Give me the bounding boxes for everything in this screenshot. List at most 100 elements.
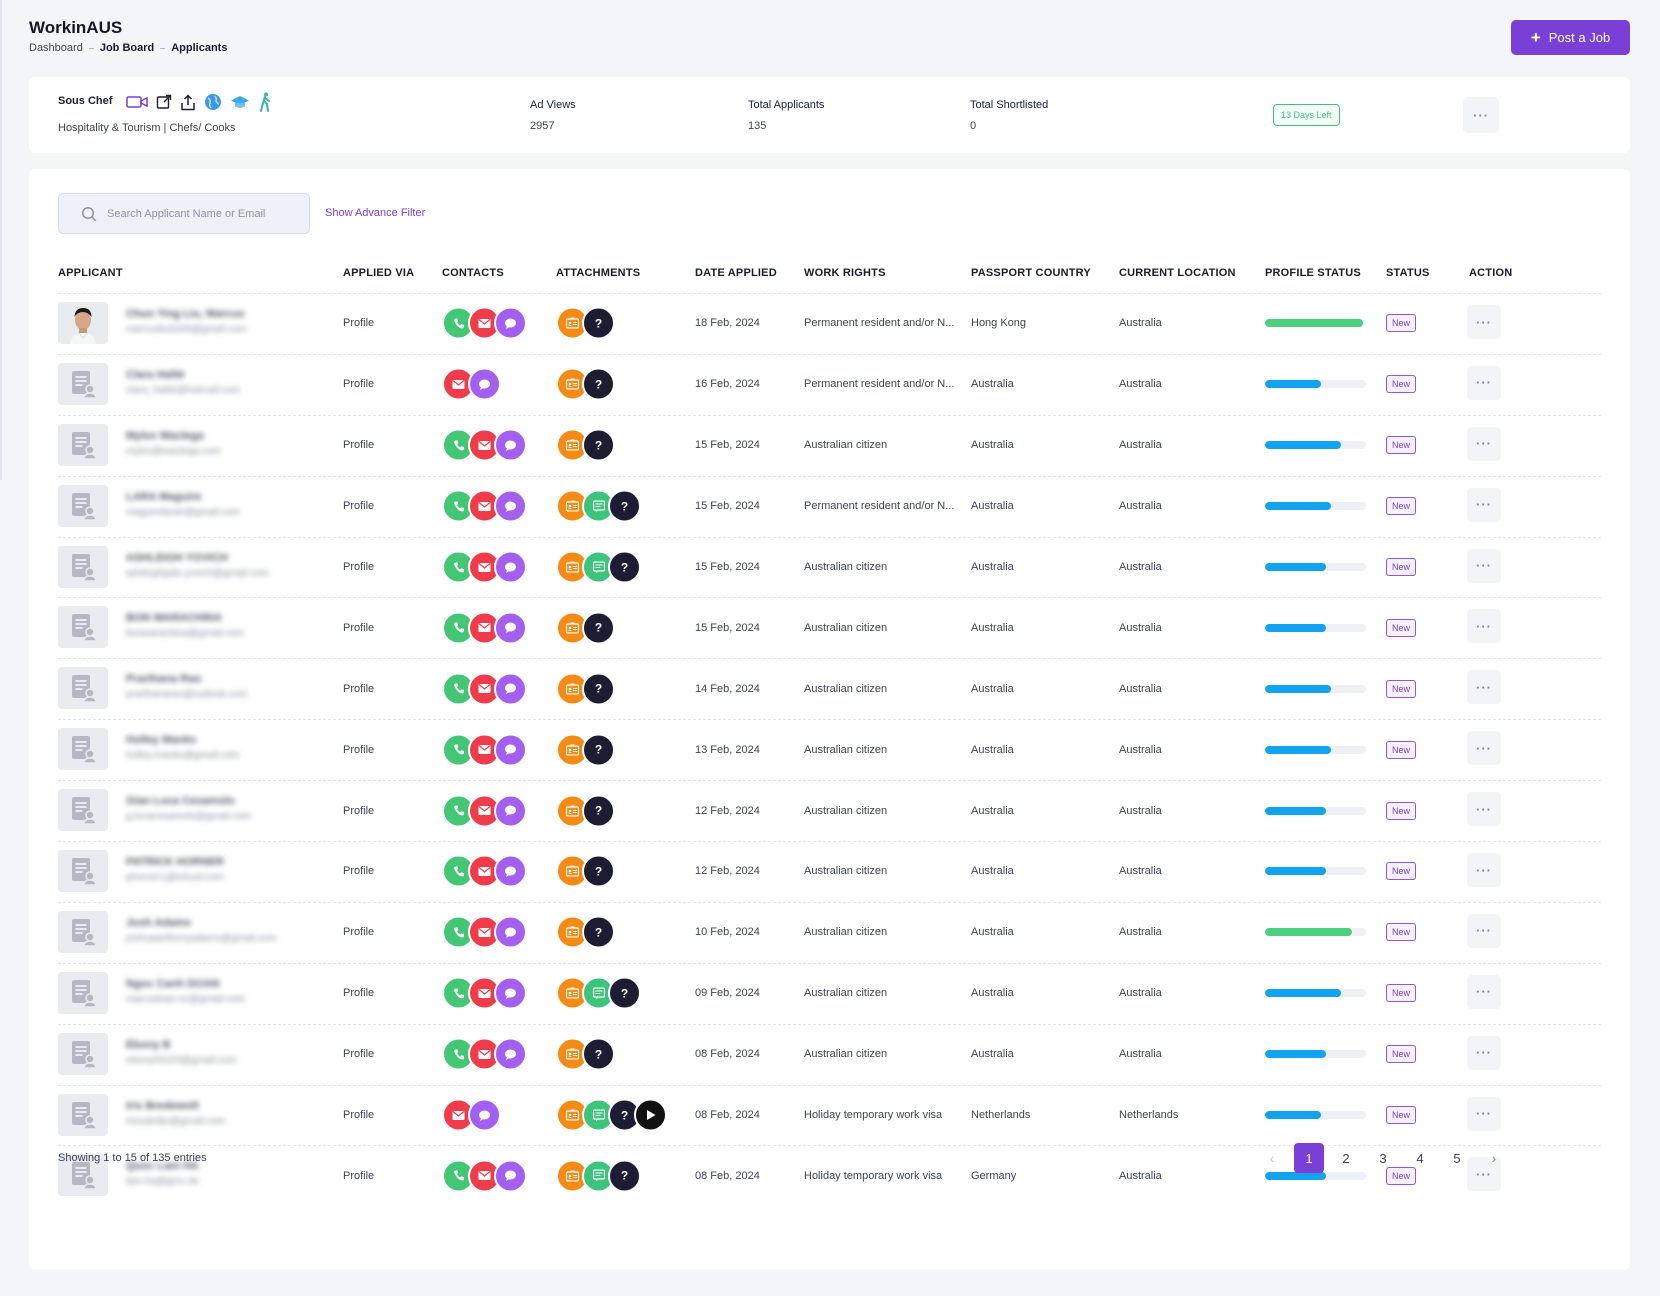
share-icon[interactable] xyxy=(180,93,196,111)
page-button-3[interactable]: 3 xyxy=(1368,1143,1398,1173)
chat-icon[interactable] xyxy=(468,367,501,401)
applicant-name[interactable]: Ngoc Canh DOAN xyxy=(126,978,220,990)
applicant-name[interactable]: LARA Maguire xyxy=(126,491,201,503)
table-row[interactable]: PATRICK HORNER phorner1@icloud.com Profile… xyxy=(29,841,1630,902)
table-row[interactable]: BON WARACHINA bonwarachina@gmail.com Profi… xyxy=(29,597,1630,658)
status-badge[interactable]: New xyxy=(1386,375,1417,394)
applicant-name[interactable]: Gian Luca Cesamolo xyxy=(126,795,235,807)
avatar[interactable] xyxy=(58,423,108,466)
avatar[interactable] xyxy=(58,667,108,710)
questionnaire-icon[interactable]: ? xyxy=(582,367,615,401)
avatar[interactable] xyxy=(58,1093,108,1136)
status-badge[interactable]: New xyxy=(1386,558,1417,576)
video-icon[interactable] xyxy=(126,94,148,110)
page-button-5[interactable]: 5 xyxy=(1442,1143,1472,1173)
applicant-name[interactable]: PATRICK HORNER xyxy=(126,856,224,868)
avatar[interactable] xyxy=(58,850,108,893)
row-action-button[interactable]: ··· xyxy=(1467,731,1501,766)
row-action-button[interactable]: ··· xyxy=(1467,1096,1501,1131)
status-badge[interactable]: New xyxy=(1386,1106,1417,1125)
status-badge[interactable]: New xyxy=(1386,1045,1417,1064)
avatar[interactable] xyxy=(58,302,108,344)
questionnaire-icon[interactable]: ? xyxy=(608,489,641,523)
chat-icon[interactable] xyxy=(494,794,527,828)
chat-icon[interactable] xyxy=(494,672,527,706)
prev-page-button[interactable]: ‹ xyxy=(1257,1143,1287,1173)
status-badge[interactable]: New xyxy=(1386,740,1417,759)
row-action-button[interactable]: ··· xyxy=(1467,487,1501,522)
avatar[interactable] xyxy=(58,1032,108,1075)
chat-icon[interactable] xyxy=(494,489,527,523)
external-link-icon[interactable] xyxy=(156,94,172,110)
table-row[interactable]: Ngoc Canh DOAN marcodoan.nc@gmail.com Prof… xyxy=(29,962,1630,1024)
avatar[interactable] xyxy=(58,789,108,832)
questionnaire-icon[interactable]: ? xyxy=(582,915,615,949)
table-row[interactable]: Ebony B ebony03103@gmail.com Profile? 08 Fe… xyxy=(29,1023,1630,1085)
table-row[interactable]: Gian Luca Cesamolo g.lucacesamolo@gmail.c… xyxy=(29,780,1630,841)
applicant-name[interactable]: Prarthana Rao xyxy=(126,673,201,685)
table-row[interactable]: LARA Maguire maguirelarah@gmail.com Profil… xyxy=(29,475,1630,537)
questionnaire-icon[interactable]: ? xyxy=(582,794,615,828)
row-action-button[interactable]: ··· xyxy=(1467,792,1501,827)
questionnaire-icon[interactable]: ? xyxy=(582,1037,615,1071)
status-badge[interactable]: New xyxy=(1386,984,1417,1003)
status-badge[interactable]: New xyxy=(1386,923,1417,942)
avatar[interactable] xyxy=(58,606,108,649)
page-button-4[interactable]: 4 xyxy=(1405,1143,1435,1173)
questionnaire-icon[interactable]: ? xyxy=(582,672,615,706)
table-row[interactable]: Myles Waclega myles@waclega.com Profile? 15… xyxy=(29,414,1630,476)
breadcrumb-job-board[interactable]: Job Board xyxy=(100,42,154,54)
post-job-button[interactable]: + Post a Job xyxy=(1511,20,1630,55)
chat-icon[interactable] xyxy=(494,733,527,767)
chat-icon[interactable] xyxy=(494,854,527,888)
page-button-2[interactable]: 2 xyxy=(1331,1143,1361,1173)
questionnaire-icon[interactable]: ? xyxy=(608,1159,641,1193)
play-video-icon[interactable] xyxy=(634,1098,667,1132)
applicant-name[interactable]: Chun Ying Liu, Marcus xyxy=(126,308,245,320)
questionnaire-icon[interactable]: ? xyxy=(582,428,615,462)
row-action-button[interactable]: ··· xyxy=(1467,609,1501,644)
chat-icon[interactable] xyxy=(494,915,527,949)
row-action-button[interactable]: ··· xyxy=(1467,974,1501,1009)
table-row[interactable]: Iris Bredewolt irissatelijn@gmail.com Prof… xyxy=(29,1084,1630,1146)
row-action-button[interactable]: ··· xyxy=(1467,913,1501,948)
status-badge[interactable]: New xyxy=(1386,618,1417,637)
status-badge[interactable]: New xyxy=(1386,497,1417,516)
avatar[interactable] xyxy=(58,362,108,405)
row-action-button[interactable]: ··· xyxy=(1467,365,1501,400)
walking-person-icon[interactable] xyxy=(258,92,272,112)
questionnaire-icon[interactable]: ? xyxy=(582,733,615,767)
show-advance-filter-link[interactable]: Show Advance Filter xyxy=(325,207,425,219)
table-row[interactable]: Josh Adams joshuaanthonyadams@gmail.com Pr… xyxy=(29,901,1630,963)
applicant-name[interactable]: Clara Hafdr xyxy=(126,369,185,381)
chat-icon[interactable] xyxy=(494,550,527,584)
next-page-button[interactable]: › xyxy=(1479,1143,1509,1173)
globe-icon[interactable] xyxy=(204,93,222,111)
avatar[interactable] xyxy=(58,484,108,527)
graduation-cap-icon[interactable] xyxy=(230,94,250,110)
avatar[interactable] xyxy=(58,971,108,1014)
applicant-name[interactable]: Myles Waclega xyxy=(126,430,204,442)
row-action-button[interactable]: ··· xyxy=(1467,426,1501,461)
applicant-name[interactable]: Josh Adams xyxy=(126,917,191,929)
avatar[interactable] xyxy=(58,728,108,771)
page-button-1[interactable]: 1 xyxy=(1294,1143,1324,1173)
chat-icon[interactable] xyxy=(468,1098,501,1132)
questionnaire-icon[interactable]: ? xyxy=(608,976,641,1010)
applicant-name[interactable]: ASHLEIGH YOVICH xyxy=(126,552,228,564)
applicant-name[interactable]: Ebony B xyxy=(126,1039,171,1051)
row-action-button[interactable]: ··· xyxy=(1467,670,1501,705)
questionnaire-icon[interactable]: ? xyxy=(582,854,615,888)
row-action-button[interactable]: ··· xyxy=(1467,305,1501,339)
table-row[interactable]: Chun Ying Liu, Marcus marcusliu0205@gmail… xyxy=(29,293,1630,354)
questionnaire-icon[interactable]: ? xyxy=(582,611,615,645)
table-row[interactable]: Clara Hafdr clara_hafdr@hotmail.com Profil… xyxy=(29,353,1630,415)
questionnaire-icon[interactable]: ? xyxy=(608,550,641,584)
table-row[interactable]: ASHLEIGH YOVICH ashleighjade.yovich@gmail… xyxy=(29,536,1630,598)
status-badge[interactable]: New xyxy=(1386,801,1417,820)
questionnaire-icon[interactable]: ? xyxy=(582,306,615,340)
avatar[interactable] xyxy=(58,910,108,953)
search-input[interactable] xyxy=(105,206,299,221)
breadcrumb-dashboard[interactable]: Dashboard xyxy=(29,42,83,54)
applicant-name[interactable]: Iris Bredewolt xyxy=(126,1100,199,1112)
